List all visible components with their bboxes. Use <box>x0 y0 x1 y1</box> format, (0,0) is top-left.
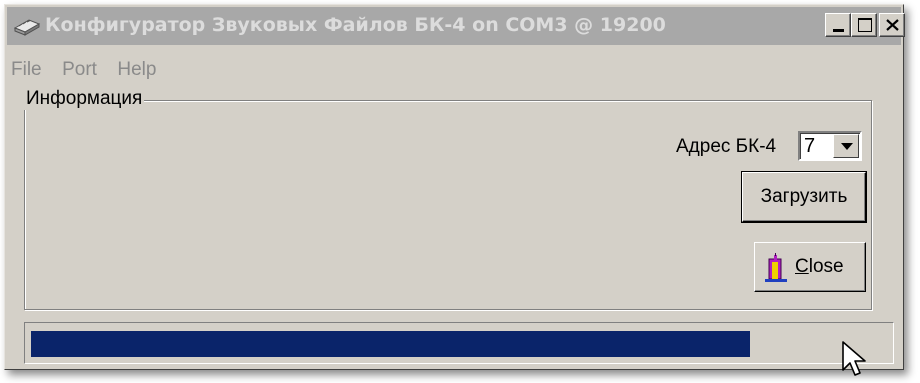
maximize-button[interactable] <box>851 13 877 37</box>
progress-fill <box>31 331 750 357</box>
minimize-button[interactable] <box>825 13 851 37</box>
window-title: Конфигуратор Звуковых Файлов БК-4 on COM… <box>45 14 666 36</box>
menu-port[interactable]: Port <box>62 59 97 81</box>
close-window-button[interactable] <box>879 13 905 37</box>
address-select[interactable]: 7 <box>798 131 862 161</box>
address-dropdown-button[interactable] <box>833 134 859 158</box>
progress-bar <box>24 322 894 364</box>
close-button[interactable]: Close <box>754 242 866 292</box>
dropdown-arrow-icon <box>841 143 853 150</box>
close-button-label: Close <box>795 256 844 277</box>
maximize-icon <box>858 18 872 32</box>
load-button[interactable]: Загрузить <box>741 171 867 223</box>
menu-bar: File Port Help <box>11 59 172 83</box>
address-value: 7 <box>804 135 816 157</box>
title-bar[interactable]: Конфигуратор Звуковых Файлов БК-4 on COM… <box>7 7 905 45</box>
menu-help[interactable]: Help <box>117 59 156 81</box>
app-chip-icon <box>13 19 41 36</box>
mouse-cursor-icon <box>842 341 866 376</box>
menu-file[interactable]: File <box>11 59 42 81</box>
address-label: Адрес БК-4 <box>676 136 777 157</box>
info-group-label: Информация <box>24 88 145 110</box>
minimize-icon <box>833 29 844 32</box>
close-window-icon <box>886 19 899 31</box>
door-exit-icon <box>765 253 787 282</box>
